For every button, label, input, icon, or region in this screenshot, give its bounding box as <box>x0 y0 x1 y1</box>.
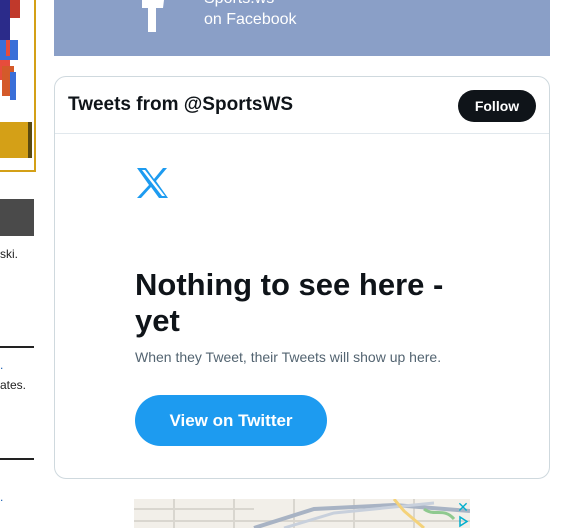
twitter-widget-header: Tweets from @SportsWS Follow <box>55 77 549 134</box>
twitter-timeline-widget: Tweets from @SportsWS Follow Nothing to … <box>54 76 550 479</box>
divider <box>0 458 34 460</box>
empty-state-subtitle: When they Tweet, their Tweets will show … <box>135 349 442 365</box>
view-on-twitter-button[interactable]: View on Twitter <box>135 395 327 446</box>
ad-choices-icon[interactable] <box>456 515 470 528</box>
left-column: ski. . ates. . <box>0 0 40 528</box>
facebook-label: on Facebook <box>204 11 297 28</box>
article-link[interactable]: . <box>0 490 3 504</box>
article-link[interactable]: . <box>0 358 3 372</box>
article-snippet: ski. <box>0 247 18 261</box>
article-snippet: ates. <box>0 378 27 392</box>
facebook-banner[interactable]: Sports.ws on Facebook <box>54 0 550 56</box>
x-logo-icon[interactable] <box>135 167 169 199</box>
twitter-widget-title[interactable]: Tweets from @SportsWS <box>68 94 293 116</box>
facebook-icon <box>142 0 164 32</box>
ad-close-icon[interactable]: ✕ <box>456 500 470 514</box>
facebook-site-name: Sports.ws <box>204 0 274 8</box>
divider <box>0 346 34 348</box>
empty-state-title: Nothing to see here - yet <box>135 267 444 338</box>
ad-frame <box>0 0 36 172</box>
follow-button[interactable]: Follow <box>458 90 536 122</box>
dark-bar <box>0 199 34 236</box>
map-ad-image[interactable] <box>134 499 470 528</box>
